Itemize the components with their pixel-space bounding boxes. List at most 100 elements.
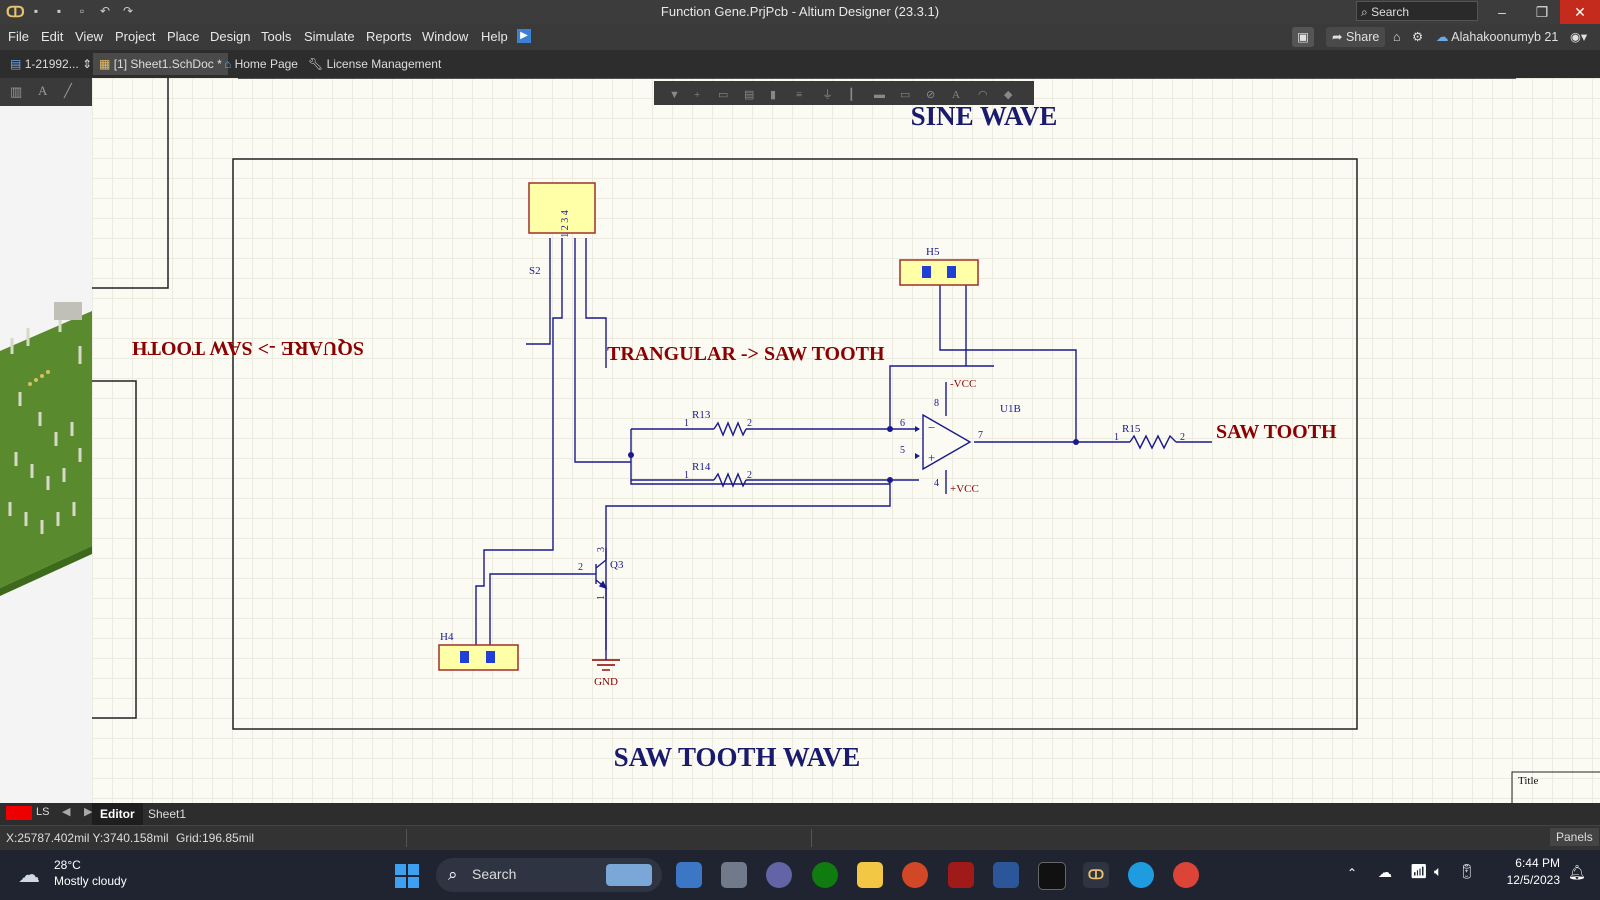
sheet-symbol-icon[interactable]: ▬	[874, 89, 885, 101]
directive-icon[interactable]: ⊘	[926, 89, 935, 101]
s2-pin-numbers: 1 2 3 4	[560, 210, 571, 238]
port-icon[interactable]: ▭	[900, 89, 910, 101]
copilot-icon[interactable]	[676, 862, 702, 888]
project-combo[interactable]: ▤ 1-21992... ⇕	[4, 53, 98, 75]
clock-date: 12/5/2023	[1506, 873, 1560, 887]
u1b-opamp[interactable]: − +	[915, 413, 972, 471]
onedrive-icon[interactable]: ☁	[1378, 864, 1392, 881]
taskbar-search[interactable]: ⌕ Search	[436, 858, 662, 892]
tab-license-management[interactable]: 🔧︎ License Management	[302, 53, 447, 75]
task-view-icon[interactable]	[721, 862, 747, 888]
altium-taskbar-icon[interactable]: ↀ	[1083, 862, 1109, 888]
show-hidden-icons[interactable]: ⌃	[1347, 866, 1357, 880]
menu-file[interactable]: File	[8, 29, 29, 44]
text-string-icon[interactable]: A	[952, 89, 960, 101]
cloud-icon: ☁	[1436, 30, 1449, 44]
menu-window[interactable]: Window	[422, 29, 468, 44]
powerpoint-icon[interactable]	[902, 862, 928, 888]
close-button[interactable]: ✕	[1560, 0, 1600, 24]
u1b-pin8: 8	[934, 398, 939, 409]
wifi-icon[interactable]: 📶︎	[1410, 863, 1428, 880]
account-dropdown-icon[interactable]: ◉▾	[1570, 27, 1587, 47]
edge-icon[interactable]	[1128, 862, 1154, 888]
editor-tab[interactable]: Editor	[92, 803, 143, 825]
filter-icon[interactable]: ▼	[669, 89, 680, 101]
bus-icon[interactable]: ≡	[796, 89, 802, 101]
chrome-icon[interactable]	[1173, 862, 1199, 888]
teams-chat-icon[interactable]	[766, 862, 792, 888]
clock[interactable]: 6:44 PM 12/5/2023	[1490, 856, 1560, 887]
arc-icon[interactable]: ◠	[978, 89, 988, 101]
weather-widget[interactable]: ☁ 28°C Mostly cloudy	[18, 858, 148, 892]
menu-view[interactable]: View	[75, 29, 103, 44]
gnd-label: GND	[594, 676, 618, 688]
search-box[interactable]: ⌕ Search	[1356, 1, 1478, 21]
volume-icon[interactable]: 🔈︎	[1434, 863, 1442, 880]
wire-icon[interactable]: ▮	[770, 89, 776, 101]
part-icon[interactable]: ◆	[1004, 89, 1013, 101]
h4-header[interactable]: H4	[438, 631, 519, 671]
file-explorer-icon[interactable]	[857, 862, 883, 888]
notification-bell-icon[interactable]: 🔔︎	[1568, 864, 1586, 881]
scroll-left-icon[interactable]: ◀	[62, 805, 70, 818]
line-icon[interactable]: ╱	[64, 83, 72, 99]
tab-home-page[interactable]: ⌂ Home Page	[218, 53, 304, 75]
menu-edit[interactable]: Edit	[41, 29, 63, 44]
move-icon[interactable]: +	[694, 89, 700, 101]
word-icon[interactable]	[993, 862, 1019, 888]
r15-pin2: 2	[1180, 432, 1185, 443]
menu-simulate[interactable]: Simulate	[304, 29, 355, 44]
menu-reports[interactable]: Reports	[366, 29, 412, 44]
weather-desc: Mostly cloudy	[54, 874, 127, 888]
ls-button[interactable]: LS	[36, 806, 49, 818]
panels-button[interactable]: Panels	[1550, 828, 1599, 846]
sine-wave-title: SINE WAVE	[911, 101, 1058, 131]
weather-temp: 28°C	[54, 858, 81, 872]
menu-help[interactable]: Help	[481, 29, 508, 44]
text-icon[interactable]: A	[38, 83, 47, 99]
tab-sheet1[interactable]: ▦ [1] Sheet1.SchDoc *	[93, 53, 228, 75]
q3-transistor[interactable]	[590, 548, 608, 590]
home-icon[interactable]: ⌂	[1393, 27, 1401, 47]
harness-icon[interactable]: ┃	[848, 87, 855, 101]
menu-tools[interactable]: Tools	[261, 29, 291, 44]
schematic-doc-icon: ▦	[99, 57, 111, 71]
document-tab-bar: ▤ 1-21992... ⇕ ▦ [1] Sheet1.SchDoc * ⌂ H…	[0, 50, 1600, 78]
r15-body[interactable]	[1129, 434, 1177, 450]
sheet1-tab[interactable]: Sheet1	[148, 807, 186, 821]
gnd-symbol[interactable]	[592, 659, 620, 671]
layer-color-swatch[interactable]	[6, 806, 32, 820]
user-account[interactable]: ☁ Alahakoonumyb 21	[1436, 27, 1558, 47]
h5-designator: H5	[926, 246, 940, 258]
xbox-icon[interactable]	[812, 862, 838, 888]
menu-bar: File Edit View Project Place Design Tool…	[0, 24, 1600, 50]
square-to-saw-label: SQUARE -> SAW TOOTH	[132, 337, 364, 359]
wrench-icon: 🔧︎	[308, 57, 324, 71]
gear-icon[interactable]: ⚙	[1412, 27, 1423, 47]
h5-header[interactable]: H5	[899, 246, 979, 286]
saw-tooth-output-label: SAW TOOTH	[1216, 421, 1337, 443]
minimize-button[interactable]: –	[1482, 0, 1522, 24]
share-button[interactable]: ➦ Share	[1326, 27, 1386, 47]
chart-icon[interactable]: ▥	[10, 84, 22, 100]
battery-icon[interactable]: 🔋︎	[1458, 863, 1476, 880]
run-script-icon[interactable]: ▶	[517, 29, 531, 43]
menu-project[interactable]: Project	[115, 29, 155, 44]
r13-designator: R13	[692, 409, 711, 421]
menu-design[interactable]: Design	[210, 29, 250, 44]
status-divider-2	[811, 829, 812, 847]
r13-body[interactable]	[713, 421, 747, 437]
schematic-canvas[interactable]: ▼ + ▭ ▤ ▮ ≡ ⏚ ┃ ▬ ▭ ⊘ A ◠ ◆ SINE WAVE SA…	[92, 78, 1600, 803]
select-icon[interactable]: ▭	[718, 89, 728, 101]
menu-place[interactable]: Place	[167, 29, 200, 44]
windows-start-icon[interactable]	[395, 864, 419, 888]
restore-button[interactable]: ❐	[1522, 0, 1562, 24]
align-icon[interactable]: ▤	[744, 89, 754, 101]
notifications-icon[interactable]: ▣	[1292, 27, 1314, 47]
tab-sheet1-label: [1] Sheet1.SchDoc *	[113, 57, 222, 71]
power-port-icon[interactable]: ⏚	[822, 88, 833, 101]
user-label: Alahakoonumyb 21	[1451, 30, 1559, 44]
svg-text:+: +	[928, 450, 935, 465]
game-app-icon[interactable]	[948, 862, 974, 888]
terminal-icon[interactable]	[1038, 862, 1066, 890]
